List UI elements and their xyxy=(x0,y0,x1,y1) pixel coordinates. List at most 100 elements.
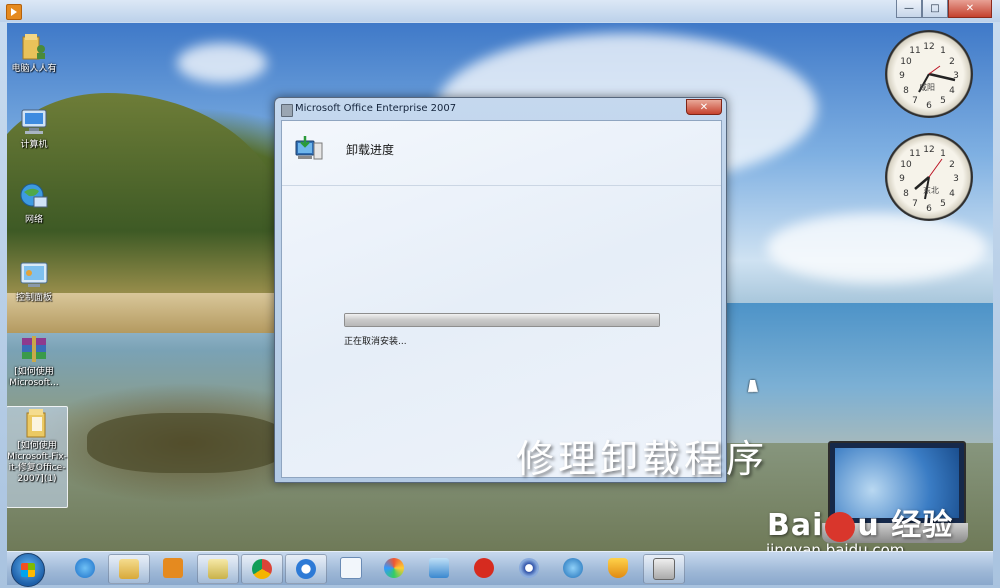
network-tool-icon xyxy=(519,558,539,578)
media-player-app-icon xyxy=(6,4,22,20)
svg-text:12: 12 xyxy=(923,42,934,52)
winrar-archive-icon xyxy=(17,333,51,365)
svg-text:4: 4 xyxy=(949,189,955,199)
globe-icon xyxy=(563,558,583,578)
dialog-header: 卸载进度 xyxy=(282,121,721,186)
installer-small-icon xyxy=(281,104,293,117)
desktop-icon-label: [如何使用Microsoft... xyxy=(9,367,59,388)
browser-icon xyxy=(296,559,316,579)
network-icon xyxy=(17,181,51,213)
ie-icon xyxy=(75,558,95,578)
clock-gadget[interactable]: 12 3 6 9 1245 7 8 10 11 咸阳 xyxy=(885,30,973,118)
cloud xyxy=(177,43,267,83)
taskbar-browser[interactable] xyxy=(285,554,327,584)
xiangqi-icon xyxy=(474,558,494,578)
control-panel-icon xyxy=(17,259,51,291)
taskbar-explorer[interactable] xyxy=(108,554,150,584)
installer-computer-icon xyxy=(295,136,323,160)
progress-bar-fill xyxy=(345,314,659,326)
media-player-icon xyxy=(163,558,183,578)
svg-text:7: 7 xyxy=(912,199,918,209)
desktop-icon-user-folder[interactable]: 电脑人人有 xyxy=(7,30,64,75)
rocks xyxy=(87,413,287,473)
clock-gadget[interactable]: 12 3 6 9 12 45 7 8 10 11 东北 xyxy=(885,133,973,221)
window-titlebar[interactable]: — □ ✕ xyxy=(0,0,1000,22)
maximize-button[interactable]: □ xyxy=(922,0,948,18)
taskbar-media-player[interactable] xyxy=(153,554,193,582)
taskbar-ie[interactable] xyxy=(65,554,105,582)
folder-user-icon xyxy=(17,30,51,62)
taskbar-xiangqi[interactable] xyxy=(464,554,504,582)
svg-text:1: 1 xyxy=(940,149,946,159)
clock-label: 咸阳 xyxy=(919,83,935,92)
shield-icon xyxy=(608,558,628,578)
desktop-icon-label: 网络 xyxy=(24,215,43,225)
header-title: 卸载进度 xyxy=(346,143,395,157)
sea xyxy=(727,303,993,443)
taskbar-network-tool[interactable] xyxy=(509,554,549,582)
cloud xyxy=(767,213,987,283)
close-button[interactable]: ✕ xyxy=(948,0,992,18)
svg-text:5: 5 xyxy=(940,96,946,106)
svg-text:8: 8 xyxy=(903,189,909,199)
svg-text:9: 9 xyxy=(899,174,905,184)
computer-icon xyxy=(17,106,51,138)
clock-face-icon: 12369 1245 781011 xyxy=(899,42,959,111)
baidu-paw-icon xyxy=(825,511,856,542)
window-controls: — □ ✕ xyxy=(896,0,992,18)
remote-desktop-icon xyxy=(429,558,449,578)
folder-icon xyxy=(208,559,228,579)
taskbar-installer[interactable] xyxy=(643,554,685,584)
taskbar-globe[interactable] xyxy=(553,554,593,582)
document-icon xyxy=(340,557,362,579)
taskbar-shield[interactable] xyxy=(598,554,638,582)
desktop-icon-folder-selected[interactable]: [如何使用Microsoft-Fix-it-修复Office-2007](1) xyxy=(7,406,68,508)
minimize-button[interactable]: — xyxy=(896,0,922,18)
baidu-logo-left: Bai xyxy=(767,508,824,543)
start-button[interactable] xyxy=(11,553,45,587)
desktop-icon-label: 控制面板 xyxy=(15,293,52,303)
desktop-icon-label: 电脑人人有 xyxy=(11,64,57,74)
svg-text:12: 12 xyxy=(923,145,934,155)
baidu-logo-right: u 经验 xyxy=(857,508,954,543)
taskbar-chrome[interactable] xyxy=(241,554,283,584)
status-text: 正在取消安装... xyxy=(344,337,407,347)
svg-text:2: 2 xyxy=(949,160,955,170)
folder-icon xyxy=(20,407,54,439)
svg-text:4: 4 xyxy=(949,86,955,96)
office-uninstall-dialog: Microsoft Office Enterprise 2007 ✕ 卸载进度 … xyxy=(274,97,727,483)
svg-text:3: 3 xyxy=(953,174,959,184)
desktop-icon-label: [如何使用Microsoft-Fix-it-修复Office-2007](1) xyxy=(7,441,67,484)
installer-icon xyxy=(653,558,675,580)
dialog-close-button[interactable]: ✕ xyxy=(686,99,722,115)
mouse-cursor-icon xyxy=(747,380,761,392)
desktop-icon-label: 计算机 xyxy=(20,140,48,150)
taskbar-paint[interactable] xyxy=(374,554,414,582)
taskbar-folder[interactable] xyxy=(197,554,239,584)
explorer-icon xyxy=(119,559,139,579)
svg-text:11: 11 xyxy=(909,46,920,56)
baidu-logo: Bai u 经验 xyxy=(767,500,953,544)
svg-text:10: 10 xyxy=(900,57,912,67)
svg-text:11: 11 xyxy=(909,149,920,159)
paint-icon xyxy=(384,558,404,578)
svg-text:6: 6 xyxy=(926,101,932,111)
desktop-icon-computer[interactable]: 计算机 xyxy=(7,106,64,151)
clock-face-icon: 12 3 6 9 12 45 78 1011 xyxy=(899,145,959,214)
svg-text:9: 9 xyxy=(899,71,905,81)
svg-text:2: 2 xyxy=(949,57,955,67)
svg-text:5: 5 xyxy=(940,199,946,209)
chrome-icon xyxy=(252,559,272,579)
desktop-icon-control-panel[interactable]: 控制面板 xyxy=(7,259,64,304)
taskbar-remote-desktop[interactable] xyxy=(419,554,459,582)
svg-text:1: 1 xyxy=(940,46,946,56)
clock-label: 东北 xyxy=(923,186,939,195)
desktop-icon-network[interactable]: 网络 xyxy=(7,181,64,226)
desktop-icon-archive[interactable]: [如何使用Microsoft... xyxy=(7,333,64,389)
svg-text:6: 6 xyxy=(926,204,932,214)
dialog-title: Microsoft Office Enterprise 2007 xyxy=(295,103,457,114)
dialog-body: 卸载进度 正在取消安装... xyxy=(281,120,722,478)
taskbar-document[interactable] xyxy=(331,554,371,582)
svg-text:8: 8 xyxy=(903,86,909,96)
svg-text:10: 10 xyxy=(900,160,912,170)
